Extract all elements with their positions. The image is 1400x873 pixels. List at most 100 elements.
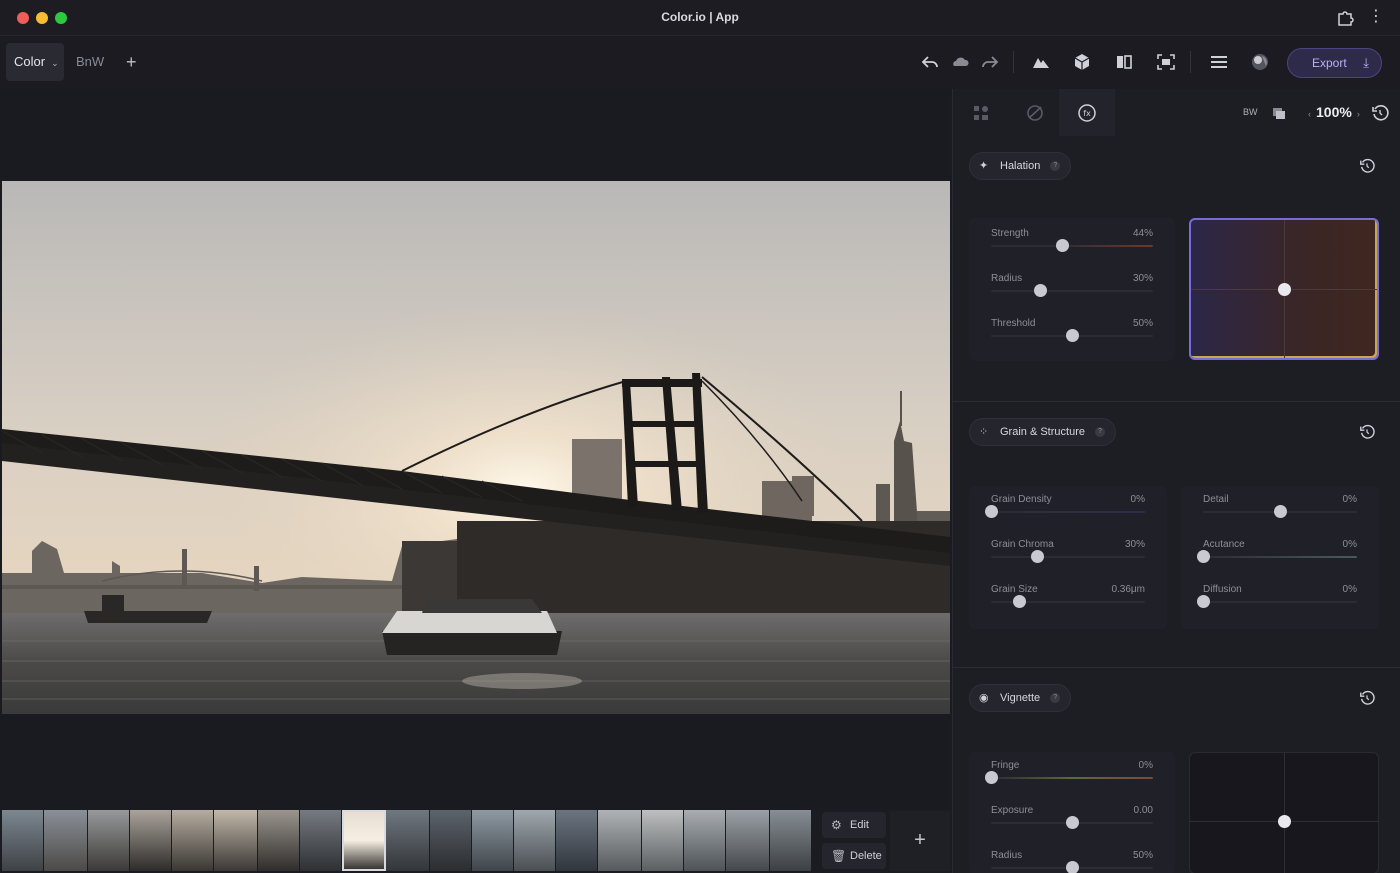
tab-bnw[interactable]: BnW [68, 43, 112, 81]
filmstrip-thumbnail[interactable] [386, 810, 430, 871]
slider-knob[interactable] [1012, 595, 1026, 608]
pad-handle[interactable] [1278, 283, 1291, 296]
delete-button[interactable]: 🗑 Delete [822, 843, 886, 869]
filmstrip-thumbnail[interactable] [556, 810, 598, 871]
filmstrip-thumbnail[interactable] [172, 810, 214, 871]
halation-header[interactable]: ✦ Halation ? [969, 152, 1072, 180]
vignette-reset-icon[interactable] [1359, 690, 1375, 706]
slider-track[interactable] [991, 556, 1145, 558]
pad-handle[interactable] [1278, 815, 1291, 828]
filmstrip-thumbnail[interactable] [684, 810, 726, 871]
slider-knob[interactable] [985, 505, 998, 518]
filmstrip-thumbnail[interactable] [472, 810, 514, 871]
trash-icon: 🗑 [831, 849, 847, 863]
slider-value: 50% [1132, 850, 1153, 861]
undo-icon[interactable] [920, 52, 940, 72]
slider-knob[interactable] [1274, 505, 1287, 518]
strength-slider[interactable]: Strength 44% [991, 228, 1153, 268]
add-image-button[interactable]: + [890, 811, 950, 871]
tab-fx[interactable]: fx [1059, 89, 1115, 136]
split-view-icon[interactable] [1273, 106, 1285, 119]
radius-slider[interactable]: Radius 30% [991, 273, 1153, 313]
compare-icon[interactable] [1114, 52, 1134, 72]
photo-preview[interactable] [2, 181, 950, 714]
slider-knob[interactable] [985, 771, 998, 784]
chevron-down-icon: ⌄ [51, 58, 59, 68]
diffusion-slider[interactable]: Diffusion 0% [1197, 584, 1357, 624]
zoom-in-icon[interactable]: › [1357, 109, 1360, 119]
halation-color-pad[interactable] [1189, 218, 1379, 360]
filmstrip-thumbnail[interactable] [642, 810, 684, 871]
cloud-icon[interactable] [950, 52, 970, 72]
redo-icon[interactable] [980, 52, 1000, 72]
slider-knob[interactable] [1066, 329, 1079, 342]
filmstrip-thumbnail[interactable] [88, 810, 130, 871]
acutance-slider[interactable]: Acutance 0% [1197, 539, 1357, 579]
grain-chroma-slider[interactable]: Grain Chroma 30% [991, 539, 1145, 579]
zoom-out-icon[interactable]: ‹ [1308, 109, 1311, 119]
threshold-slider[interactable]: Threshold 50% [991, 318, 1153, 358]
edit-button[interactable]: ⚙ Edit [822, 812, 886, 838]
slider-track[interactable] [991, 245, 1153, 247]
profile-icon[interactable] [1250, 52, 1270, 72]
vignette-radius-slider[interactable]: Radius 50% [991, 850, 1153, 873]
slider-label: Radius [991, 273, 1023, 284]
filmstrip-thumbnail[interactable] [2, 810, 44, 871]
slider-knob[interactable] [1066, 861, 1079, 873]
slider-label: Grain Density [991, 494, 1052, 505]
tab-presets[interactable] [953, 89, 1009, 136]
grain-header[interactable]: ⁘ Grain & Structure ? [969, 418, 1116, 446]
filmstrip-thumbnail-selected[interactable] [342, 810, 386, 871]
vignette-header[interactable]: ◉ Vignette ? [969, 684, 1072, 712]
grain-reset-icon[interactable] [1359, 424, 1375, 440]
vignette-icon: ◉ [979, 692, 989, 704]
zoom-level[interactable]: ‹ 100% › [1303, 104, 1365, 120]
download-icon: ⤓ [1363, 55, 1369, 70]
reset-all-icon[interactable] [1371, 104, 1389, 122]
bw-toggle[interactable]: BW [1243, 107, 1258, 117]
tab-color[interactable]: Color ⌄ [6, 43, 64, 81]
slider-knob[interactable] [1066, 816, 1079, 829]
halation-reset-icon[interactable] [1359, 158, 1375, 174]
help-icon[interactable]: ? [1094, 427, 1105, 437]
filmstrip-thumbnail[interactable] [514, 810, 556, 871]
slider-knob[interactable] [1197, 595, 1210, 608]
filmstrip-thumbnail[interactable] [214, 810, 258, 871]
slider-knob[interactable] [1033, 284, 1047, 297]
halation-title: Halation [1000, 160, 1041, 172]
filmstrip-thumbnail[interactable] [770, 810, 812, 871]
fit-screen-icon[interactable] [1156, 52, 1176, 72]
slider-knob[interactable] [1031, 550, 1045, 563]
help-icon[interactable]: ? [1050, 693, 1061, 703]
detail-slider[interactable]: Detail 0% [1203, 494, 1357, 534]
fringe-slider[interactable]: Fringe 0% [985, 760, 1153, 800]
cube-icon[interactable] [1072, 52, 1092, 72]
extension-icon[interactable] [1336, 9, 1354, 27]
slider-track[interactable] [1203, 556, 1357, 558]
slider-track[interactable] [991, 777, 1153, 779]
slider-knob[interactable] [1056, 239, 1070, 252]
filmstrip-thumbnail[interactable] [258, 810, 300, 871]
help-icon[interactable]: ? [1050, 161, 1061, 171]
filmstrip-thumbnail[interactable] [300, 810, 342, 871]
filmstrip-thumbnail[interactable] [430, 810, 472, 871]
grain-size-slider[interactable]: Grain Size 0.36μm [991, 584, 1145, 624]
adjustments-panel: fx BW ‹ 100% › ✦ Halation ? Strength 44% R… [952, 89, 1400, 873]
more-menu-icon[interactable]: ⋮ [1368, 8, 1384, 26]
export-button[interactable]: Export ⤓ [1287, 48, 1382, 78]
grain-density-slider[interactable]: Grain Density 0% [985, 494, 1145, 534]
filmstrip-thumbnail[interactable] [726, 810, 770, 871]
slider-track[interactable] [991, 511, 1145, 513]
add-tab-button[interactable]: + [126, 51, 137, 73]
exposure-slider[interactable]: Exposure 0.00 [991, 805, 1153, 845]
slider-track[interactable] [991, 290, 1153, 292]
slider-knob[interactable] [1197, 550, 1210, 563]
tab-curves[interactable] [1007, 89, 1063, 136]
filmstrip-thumbnail[interactable] [130, 810, 172, 871]
filmstrip-thumbnail[interactable] [598, 810, 642, 871]
vignette-position-pad[interactable] [1189, 752, 1379, 873]
slider-track[interactable] [1203, 601, 1357, 603]
menu-icon[interactable] [1209, 52, 1229, 72]
histogram-icon[interactable] [1031, 52, 1051, 72]
filmstrip-thumbnail[interactable] [44, 810, 88, 871]
